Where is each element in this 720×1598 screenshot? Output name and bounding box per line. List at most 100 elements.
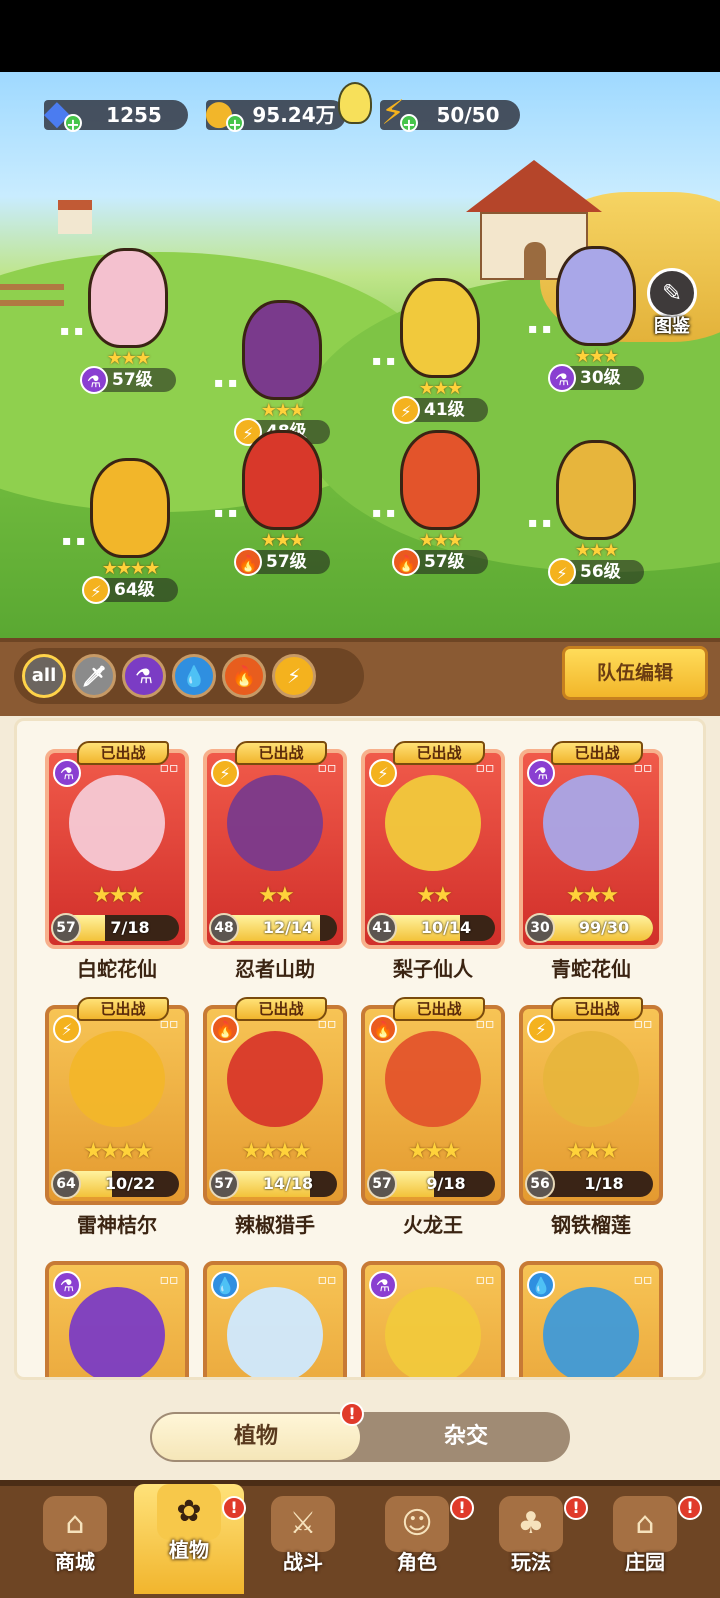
nav-label: 商城 xyxy=(55,1550,95,1574)
hero-card[interactable]: 已出战 ⚗ ▫▫ ★★★ 99/30 30 xyxy=(519,741,663,949)
hero-sprite xyxy=(556,440,636,540)
filter-fire-icon[interactable]: 🔥 xyxy=(222,654,266,698)
hero-card[interactable]: 💧 ▫▫ xyxy=(519,1261,663,1377)
star-rating: ★★★ xyxy=(106,348,151,369)
star-rating: ★★★★ xyxy=(101,558,161,579)
hero-portrait xyxy=(543,1031,639,1127)
level-badge: 56 xyxy=(525,1169,555,1199)
star-rating: ★★★ xyxy=(574,540,619,561)
slot-icon: ▫▫ xyxy=(475,1272,495,1288)
notice-badge: ! xyxy=(340,1402,364,1426)
nav-battle[interactable]: ⚔ 战斗 xyxy=(248,1496,358,1592)
slot-icon: ▪ ▪ xyxy=(528,321,552,337)
gem-counter[interactable]: ◆ + 1255 xyxy=(44,96,188,134)
hero-sprite xyxy=(556,246,636,346)
mascot-icon xyxy=(338,82,372,124)
tab-plants[interactable]: 植物 xyxy=(152,1414,360,1460)
purple-icon: ⚗ xyxy=(53,1271,81,1299)
notice-badge: ! xyxy=(564,1496,588,1520)
hero-card[interactable]: 💧 ▫▫ xyxy=(203,1261,347,1377)
star-rating: ★★ xyxy=(416,883,452,908)
hero-card[interactable]: ⚗ ▫▫ xyxy=(361,1261,505,1377)
slot-icon: ▪ ▪ xyxy=(214,375,238,391)
notice-badge: ! xyxy=(222,1496,246,1520)
progress-text: 1/18 xyxy=(584,1174,624,1193)
filter-water-icon[interactable]: 💧 xyxy=(172,654,216,698)
lineup-hero[interactable]: ★★★ 🔥 57级 ▪ ▪ xyxy=(372,430,500,600)
nav-label: 战斗 xyxy=(283,1550,323,1574)
hero-level: ⚡ 64级 xyxy=(82,576,178,604)
bolt-icon: ⚡ xyxy=(527,1015,555,1043)
hero-name: 火龙王 xyxy=(403,1213,463,1237)
nav-label: 角色 xyxy=(397,1550,437,1574)
star-rating: ★★★ xyxy=(574,346,619,367)
filter-bolt-icon[interactable]: ⚡ xyxy=(272,654,316,698)
lineup-hero[interactable]: ★★★ ⚗ 30级 ▪ ▪ xyxy=(528,246,656,416)
progress-text: 14/18 xyxy=(262,1174,314,1193)
slot-icon: ▪ ▪ xyxy=(62,533,86,549)
progress-text: 9/18 xyxy=(426,1174,466,1193)
hero-sprite xyxy=(90,458,170,558)
level-badge: 57 xyxy=(367,1169,397,1199)
bolt-icon: ⚡ xyxy=(548,558,576,586)
slot-icon: ▫▫ xyxy=(633,1016,653,1032)
filter-all-icon[interactable]: all xyxy=(22,654,66,698)
hero-card[interactable]: 已出战 ⚡ ▫▫ ★★★★ 10/22 64 xyxy=(45,997,189,1205)
hero-level: ⚗ 30级 xyxy=(548,364,644,392)
lineup-hero[interactable]: ★★★ ⚡ 56级 ▪ ▪ xyxy=(528,440,656,610)
slot-icon: ▫▫ xyxy=(475,1016,495,1032)
bolt-icon: ⚡ xyxy=(82,576,110,604)
add-energy-icon[interactable]: + xyxy=(400,114,418,134)
element-filters: all 🗡 ⚗ 💧 🔥 ⚡ xyxy=(14,648,364,704)
water-icon: 💧 xyxy=(211,1271,239,1299)
energy-value: 50/50 xyxy=(436,103,500,127)
energy-counter[interactable]: ⚡ + 50/50 xyxy=(380,96,520,134)
hero-name: 青蛇花仙 xyxy=(551,957,631,981)
shop-icon: ⌂ xyxy=(43,1496,107,1552)
lineup-hero[interactable]: ★★★ ⚗ 57级 ▪ ▪ xyxy=(60,248,188,418)
lineup-hero[interactable]: ★★★★ ⚡ 64级 ▪ ▪ xyxy=(62,458,190,628)
progress-text: 10/22 xyxy=(104,1174,156,1193)
tab-hybrid[interactable]: 杂交 xyxy=(362,1412,570,1462)
gameplay-icon: ♣ xyxy=(499,1496,563,1552)
nav-label: 玩法 xyxy=(511,1550,551,1574)
filter-sword-icon[interactable]: 🗡 xyxy=(72,654,116,698)
hero-card[interactable]: 已出战 🔥 ▫▫ ★★★ 9/18 57 xyxy=(361,997,505,1205)
hero-card[interactable]: 已出战 ⚡ ▫▫ ★★ 12/14 48 xyxy=(203,741,347,949)
slot-icon: ▫▫ xyxy=(317,1272,337,1288)
fire-icon: 🔥 xyxy=(392,548,420,576)
slot-icon: ▪ ▪ xyxy=(528,515,552,531)
hero-portrait xyxy=(69,1287,165,1377)
nav-shop[interactable]: ⌂ 商城 xyxy=(20,1496,130,1592)
hero-card[interactable]: 已出战 🔥 ▫▫ ★★★★ 14/18 57 xyxy=(203,997,347,1205)
slot-icon: ▪ ▪ xyxy=(214,505,238,521)
lineup-hero[interactable]: ★★★ ⚡ 41级 ▪ ▪ xyxy=(372,278,500,448)
coin-counter[interactable]: ● + 95.24万 xyxy=(204,96,346,134)
hero-name: 钢铁榴莲 xyxy=(551,1213,631,1237)
hero-card[interactable]: 已出战 ⚡ ▫▫ ★★★ 1/18 56 xyxy=(519,997,663,1205)
team-edit-button[interactable]: 队伍编辑 xyxy=(562,646,708,700)
deployed-badge: 已出战 xyxy=(393,997,485,1021)
deployed-badge: 已出战 xyxy=(393,741,485,765)
add-gems-icon[interactable]: + xyxy=(64,114,82,134)
hero-level: ⚡ 41级 xyxy=(392,396,488,424)
star-rating: ★★★ xyxy=(565,1139,619,1164)
star-rating: ★★★ xyxy=(565,883,619,908)
level-badge: 64 xyxy=(51,1169,81,1199)
lineup-hero[interactable]: ★★★ 🔥 57级 ▪ ▪ xyxy=(214,430,342,600)
hero-card[interactable]: ⚗ ▫▫ xyxy=(45,1261,189,1377)
deployed-badge: 已出战 xyxy=(77,997,169,1021)
filter-purple-icon[interactable]: ⚗ xyxy=(122,654,166,698)
slot-icon: ▪ ▪ xyxy=(372,505,396,521)
fire-icon: 🔥 xyxy=(211,1015,239,1043)
hero-level: 🔥 57级 xyxy=(392,548,488,576)
hero-card[interactable]: 已出战 ⚡ ▫▫ ★★ 10/14 41 xyxy=(361,741,505,949)
hero-portrait xyxy=(385,775,481,871)
add-coins-icon[interactable]: + xyxy=(226,114,244,134)
hero-card[interactable]: 已出战 ⚗ ▫▫ ★★★ 7/18 57 xyxy=(45,741,189,949)
deployed-badge: 已出战 xyxy=(235,741,327,765)
hero-level: 🔥 57级 xyxy=(234,548,330,576)
level-badge: 30 xyxy=(525,913,555,943)
slot-icon: ▫▫ xyxy=(633,760,653,776)
level-badge: 57 xyxy=(51,913,81,943)
